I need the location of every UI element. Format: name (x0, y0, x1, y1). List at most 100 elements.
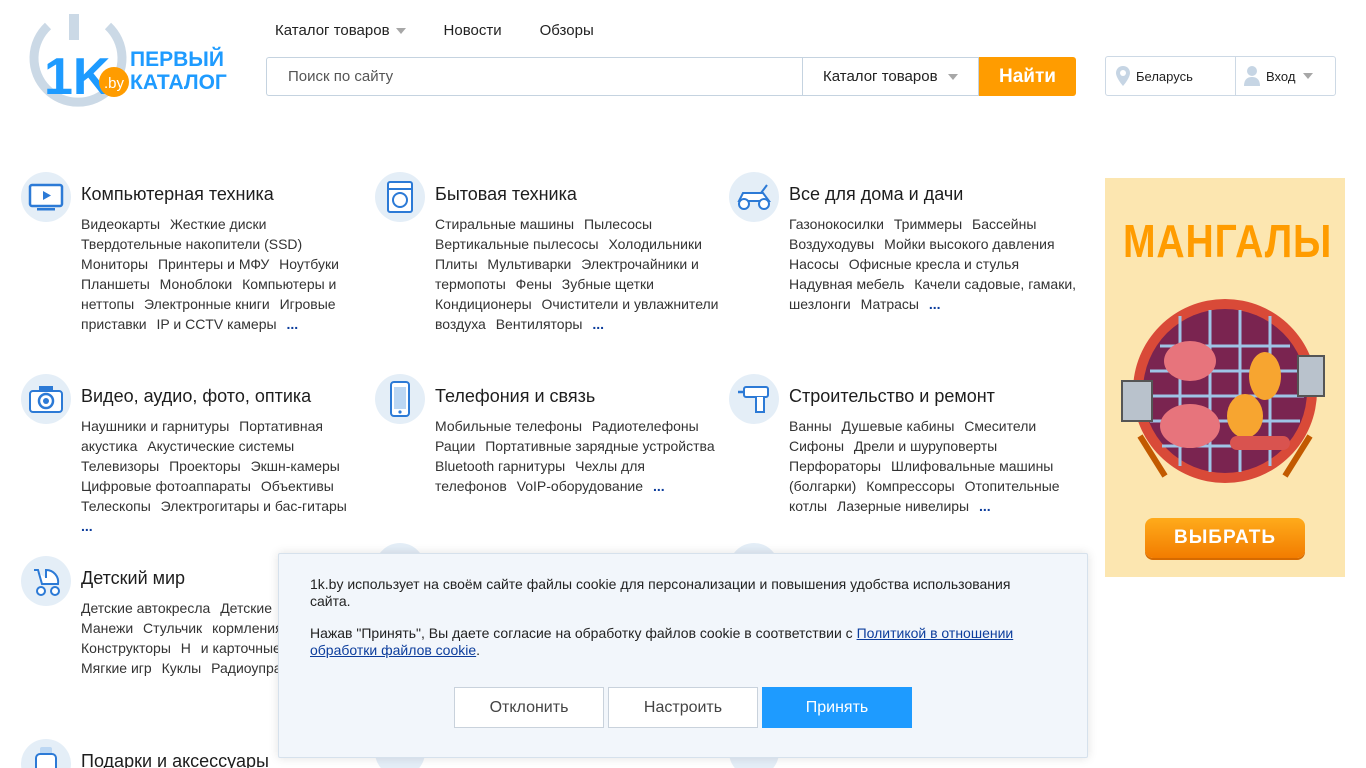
category-link[interactable]: Детские (220, 600, 272, 616)
category-link[interactable]: Телевизоры (81, 458, 159, 474)
category-link[interactable]: Жесткие диски (170, 216, 267, 232)
configure-button[interactable]: Настроить (608, 687, 758, 728)
category-title[interactable]: Строительство и ремонт (789, 384, 1079, 408)
category-link[interactable]: Конструкторы (81, 640, 171, 656)
category-link[interactable]: Куклы (162, 660, 202, 676)
category-link[interactable]: Душевые кабины (842, 418, 955, 434)
login-label: Вход (1266, 68, 1296, 84)
category-link[interactable]: Бассейны (972, 216, 1036, 232)
nav-news[interactable]: Новости (444, 22, 502, 39)
category-link[interactable]: Н (181, 640, 191, 656)
nav-reviews[interactable]: Обзоры (540, 22, 594, 39)
category-link[interactable]: Пылесосы (584, 216, 652, 232)
category-link[interactable]: Моноблоки (160, 276, 233, 292)
region-selector[interactable]: Беларусь (1106, 57, 1236, 95)
chevron-down-icon (947, 73, 958, 80)
category-link[interactable]: Дрели и шуруповерты (854, 438, 997, 454)
category-title[interactable]: Видео, аудио, фото, оптика (81, 384, 371, 408)
cookie-consent-suffix: . (476, 642, 481, 658)
category-link[interactable]: Манежи (81, 620, 133, 636)
category-link[interactable]: Газонокосилки (789, 216, 884, 232)
banner-select-button[interactable]: ВЫБРАТЬ (1145, 518, 1305, 558)
category-link[interactable]: Мягкие игр (81, 660, 152, 676)
chevron-down-icon (395, 27, 406, 34)
category-link[interactable]: Воздуходувы (789, 236, 874, 252)
category-link[interactable]: Вертикальные пылесосы (435, 236, 599, 252)
category-link[interactable]: Акустические системы (147, 438, 294, 454)
category-link[interactable]: Сифоны (789, 438, 844, 454)
category-link[interactable]: Перфораторы (789, 458, 881, 474)
more-link[interactable]: ... (81, 518, 93, 534)
category-link[interactable]: Офисные кресла и стулья (849, 256, 1019, 272)
category-link[interactable]: Надувная мебель (789, 276, 904, 292)
category-link[interactable]: Электрогитары и бас-гитары (161, 498, 347, 514)
category-link[interactable]: Рации (435, 438, 475, 454)
decline-button[interactable]: Отклонить (454, 687, 604, 728)
category-link[interactable]: Ноутбуки (279, 256, 339, 272)
category-link[interactable]: Мультиварки (487, 256, 571, 272)
more-link[interactable]: ... (592, 316, 604, 332)
category-link[interactable]: Твердотельные накопители (SSD) (81, 236, 302, 252)
category-link[interactable]: Экшн-камеры (251, 458, 340, 474)
cookie-consent-prefix: Нажав "Принять", Вы даете согласие на об… (310, 625, 853, 641)
category-link[interactable]: Фены (516, 276, 552, 292)
search-button[interactable]: Найти (979, 57, 1076, 96)
nav-catalog[interactable]: Каталог товаров (275, 22, 406, 39)
accept-button[interactable]: Принять (762, 687, 912, 728)
category-telephony: Телефония и связь Мобильные телефоны Рад… (375, 374, 725, 496)
search-input[interactable] (266, 57, 802, 96)
category-link[interactable]: Стиральные машины (435, 216, 574, 232)
category-link[interactable]: Вентиляторы (496, 316, 583, 332)
site-logo[interactable]: 1K .by ПЕРВЫЙ КАТАЛОГ (26, 14, 236, 114)
category-title[interactable]: Бытовая техника (435, 182, 725, 206)
category-link[interactable]: IP и CCTV камеры (157, 316, 277, 332)
category-title[interactable]: Телефония и связь (435, 384, 725, 408)
category-link[interactable]: Мониторы (81, 256, 148, 272)
category-title[interactable]: Компьютерная техника (81, 182, 371, 206)
category-link[interactable]: Плиты (435, 256, 478, 272)
category-link[interactable]: Цифровые фотоаппараты (81, 478, 251, 494)
category-link[interactable]: Принтеры и МФУ (158, 256, 269, 272)
category-links: Видеокарты Жесткие диски Твердотельные н… (81, 214, 371, 334)
category-link[interactable]: Матрасы (861, 296, 919, 312)
category-link[interactable]: Насосы (789, 256, 839, 272)
category-title[interactable]: Все для дома и дачи (789, 182, 1079, 206)
category-link[interactable]: Зубные щетки (562, 276, 654, 292)
ad-banner[interactable]: МАНГАЛЫ ВЫБРАТЬ (1105, 178, 1345, 577)
category-link[interactable]: Телескопы (81, 498, 151, 514)
category-link[interactable]: Электронные книги (144, 296, 270, 312)
category-link[interactable]: Мойки высокого давления (884, 236, 1054, 252)
login-button[interactable]: Вход (1236, 57, 1314, 95)
category-link[interactable]: Лазерные нивелиры (837, 498, 969, 514)
svg-text:.by: .by (104, 75, 125, 92)
category-link[interactable]: Триммеры (894, 216, 962, 232)
search-scope-select[interactable]: Каталог товаров (802, 57, 979, 96)
category-link[interactable]: Ванны (789, 418, 832, 434)
category-link[interactable]: Bluetooth гарнитуры (435, 458, 565, 474)
category-link[interactable]: Видеокарты (81, 216, 160, 232)
category-link[interactable]: Кондиционеры (435, 296, 532, 312)
category-home-garden: Все для дома и дачи Газонокосилки Тримме… (729, 172, 1079, 314)
more-link[interactable]: ... (929, 296, 941, 312)
category-links: Мобильные телефоны Радиотелефоны Рации П… (435, 416, 725, 496)
more-link[interactable]: ... (979, 498, 991, 514)
category-link[interactable]: Объективы (261, 478, 334, 494)
more-link[interactable]: ... (653, 478, 665, 494)
category-link[interactable]: Портативные зарядные устройства (485, 438, 714, 454)
category-link[interactable]: Компрессоры (866, 478, 955, 494)
category-link[interactable]: Планшеты (81, 276, 150, 292)
category-link[interactable]: VoIP-оборудование (517, 478, 643, 494)
category-link[interactable]: кормления (212, 620, 283, 636)
category-link[interactable]: Стульчик (143, 620, 202, 636)
cookie-notice-text: 1k.by использует на своём сайте файлы co… (310, 576, 1011, 609)
washing-machine-icon (375, 172, 425, 222)
category-link[interactable]: Детские автокресла (81, 600, 210, 616)
category-link[interactable]: Проекторы (169, 458, 241, 474)
category-link[interactable]: Радиотелефоны (592, 418, 699, 434)
category-link[interactable]: Смесители (964, 418, 1036, 434)
more-link[interactable]: ... (286, 316, 298, 332)
category-link[interactable]: Холодильники (608, 236, 701, 252)
category-link[interactable]: Мобильные телефоны (435, 418, 582, 434)
logo-mark-icon: 1K .by ПЕРВЫЙ КАТАЛОГ (29, 14, 227, 107)
category-link[interactable]: Наушники и гарнитуры (81, 418, 229, 434)
